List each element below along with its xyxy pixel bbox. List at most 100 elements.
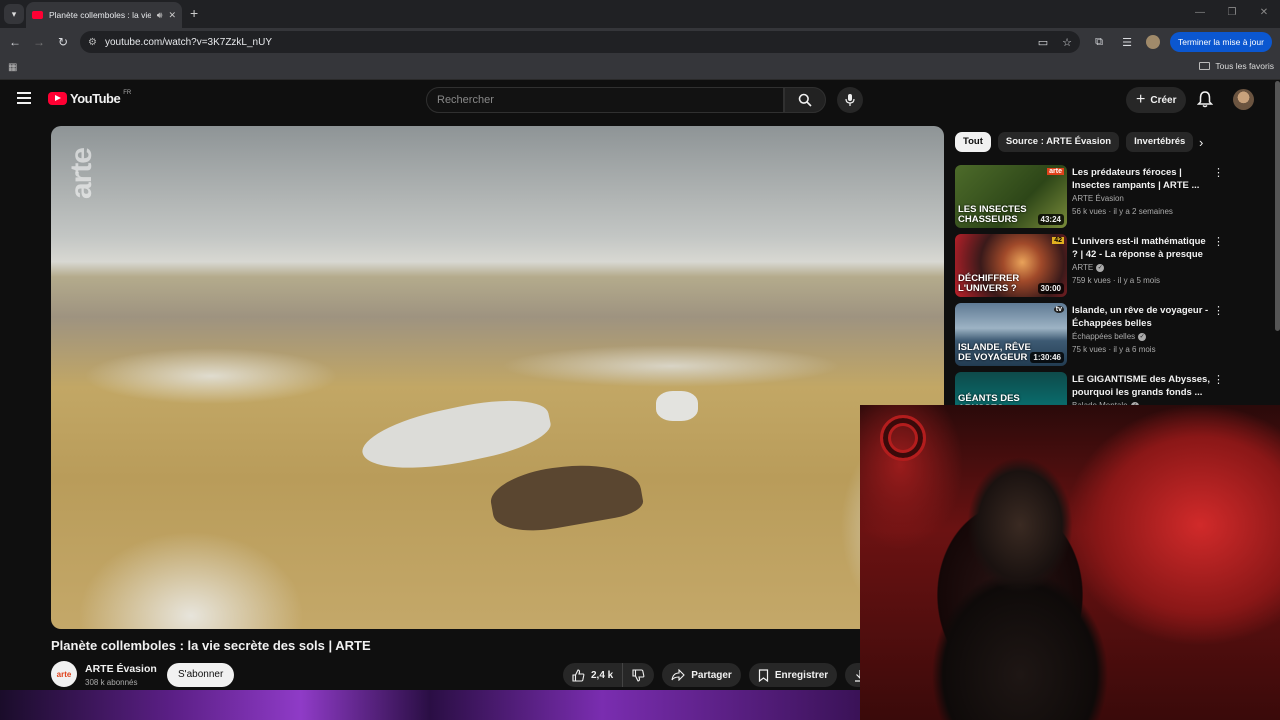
channel-badge: arte <box>1047 168 1064 175</box>
video-duration: 43:24 <box>1037 214 1064 225</box>
share-button[interactable]: Partager <box>662 663 741 687</box>
more-options-icon[interactable]: ⋮ <box>1213 373 1224 386</box>
url-text[interactable]: youtube.com/watch?v=3K7ZzkL_nUY <box>105 37 1038 48</box>
recommendation-meta: 56 k vues · il y a 2 semaines <box>1072 207 1173 216</box>
reload-icon[interactable]: ↻ <box>51 35 75 49</box>
window-controls: — ❐ ✕ <box>1184 0 1280 28</box>
dislike-button[interactable] <box>623 663 655 687</box>
arte-watermark: arte <box>65 148 98 200</box>
browser-tab-active[interactable]: Planète collemboles : la vie 🔊︎ ✕ <box>26 2 182 28</box>
recommendation-channel[interactable]: ARTE Évasion <box>1072 194 1124 203</box>
streamer-figure <box>920 445 1120 720</box>
recommendation-title[interactable]: LE GIGANTISME des Abysses, pourquoi les … <box>1072 373 1212 399</box>
all-bookmarks[interactable]: Tous les favoris <box>1199 61 1274 71</box>
like-count: 2,4 k <box>591 669 614 681</box>
recommendation-meta: 75 k vues · il y a 6 mois <box>1072 345 1156 354</box>
thumbnail-caption: ISLANDE, RÊVE DE VOYAGEUR <box>958 342 1031 363</box>
subscriber-count: 308 k abonnés <box>85 678 138 687</box>
page-scrollbar[interactable] <box>1275 81 1280 331</box>
thumbs-up-icon <box>572 668 585 682</box>
menu-icon[interactable] <box>17 92 31 107</box>
all-bookmarks-label: Tous les favoris <box>1215 61 1274 71</box>
notifications-bell-icon[interactable] <box>1197 91 1213 108</box>
search-button[interactable] <box>784 87 826 113</box>
description-thumbnail-strip <box>0 690 860 720</box>
save-playlist-icon <box>758 668 768 682</box>
voice-search-button[interactable] <box>837 87 863 113</box>
reading-list-icon[interactable]: ☰ <box>1118 36 1136 49</box>
channel-badge: tv <box>1053 306 1064 313</box>
speaker-icon[interactable]: 🔊︎ <box>157 10 163 21</box>
folder-icon <box>1199 62 1211 70</box>
share-icon <box>671 669 686 681</box>
bookmark-star-icon[interactable]: ☆ <box>1062 36 1072 49</box>
forward-icon[interactable]: → <box>27 35 51 49</box>
close-window-icon[interactable]: ✕ <box>1248 0 1280 28</box>
tab-search-icon[interactable]: ▾ <box>4 4 24 24</box>
plus-icon: + <box>1136 91 1146 108</box>
region-code: FR <box>123 89 132 96</box>
more-options-icon[interactable]: ⋮ <box>1213 235 1224 248</box>
recommendation-item[interactable]: 42 DÉCHIFFRER L'UNIVERS ? 30:00 L'univer… <box>955 234 1225 298</box>
channel-name[interactable]: ARTE Évasion <box>85 663 157 675</box>
search-icon <box>798 93 812 107</box>
chip-source[interactable]: Source : ARTE Évasion <box>997 132 1120 152</box>
video-thumbnail[interactable]: tv ISLANDE, RÊVE DE VOYAGEUR 1:30:46 <box>955 303 1067 366</box>
cast-icon[interactable]: ▭ <box>1038 36 1048 49</box>
browser-toolbar: ← → ↻ ⚙ youtube.com/watch?v=3K7ZzkL_nUY … <box>0 28 1280 56</box>
recommendation-title[interactable]: L'univers est-il mathématique ? | 42 - L… <box>1072 235 1212 261</box>
thumbs-down-icon <box>632 668 645 682</box>
like-button[interactable]: 2,4 k <box>563 663 624 687</box>
extensions-icon[interactable]: ⧉ <box>1090 36 1108 49</box>
recommendation-item[interactable]: tv ISLANDE, RÊVE DE VOYAGEUR 1:30:46 Isl… <box>955 303 1225 367</box>
youtube-logo[interactable]: YouTube FR <box>48 89 132 106</box>
save-label: Enregistrer <box>774 669 829 681</box>
more-options-icon[interactable]: ⋮ <box>1213 166 1224 179</box>
video-duration: 30:00 <box>1037 283 1064 294</box>
video-title: Planète collemboles : la vie secrète des… <box>51 638 371 653</box>
new-tab-icon[interactable]: + <box>190 5 198 21</box>
more-options-icon[interactable]: ⋮ <box>1213 304 1224 317</box>
youtube-play-icon <box>48 92 67 105</box>
verified-check-icon: ✓ <box>1096 263 1105 272</box>
share-label: Partager <box>691 669 732 681</box>
address-bar[interactable]: ⚙ youtube.com/watch?v=3K7ZzkL_nUY ▭ ☆ <box>80 31 1080 53</box>
recommendation-channel-name: ARTE <box>1072 263 1094 272</box>
chip-invertebrates[interactable]: Invertébrés <box>1126 132 1194 152</box>
recommendation-title[interactable]: Les prédateurs féroces | Insectes rampan… <box>1072 166 1212 192</box>
save-button[interactable]: Enregistrer <box>748 663 838 687</box>
microphone-icon <box>845 94 855 106</box>
video-actions: 2,4 k Partager Enregistrer T <box>563 663 888 687</box>
recommendation-channel[interactable]: Échappées belles ✓ <box>1072 332 1147 341</box>
verified-check-icon: ✓ <box>1138 332 1147 341</box>
browser-tab-strip: ▾ Planète collemboles : la vie 🔊︎ ✕ + — … <box>0 0 1280 28</box>
webcam-overlay <box>860 405 1280 720</box>
close-tab-icon[interactable]: ✕ <box>168 10 176 21</box>
create-button[interactable]: + Créer <box>1126 87 1187 113</box>
restore-icon[interactable]: ❐ <box>1216 0 1248 28</box>
video-duration: 1:30:46 <box>1030 352 1064 363</box>
subscribe-button[interactable]: S'abonner <box>167 663 235 687</box>
tab-title: Planète collemboles : la vie <box>49 10 151 20</box>
finish-update-button[interactable]: Terminer la mise à jour <box>1170 32 1272 52</box>
chevron-right-icon[interactable]: › <box>1199 135 1203 150</box>
chip-all[interactable]: Tout <box>955 132 991 152</box>
back-icon[interactable]: ← <box>3 35 27 49</box>
channel-avatar[interactable]: arte <box>51 661 77 687</box>
recommendation-item[interactable]: arte LES INSECTES CHASSEURS 43:24 Les pr… <box>955 165 1225 229</box>
recommendation-meta: 759 k vues · il y a 5 mois <box>1072 276 1161 285</box>
recommendation-channel-name: ARTE Évasion <box>1072 194 1124 203</box>
video-thumbnail[interactable]: 42 DÉCHIFFRER L'UNIVERS ? 30:00 <box>955 234 1067 297</box>
profile-avatar-icon[interactable] <box>1146 35 1160 49</box>
account-avatar[interactable] <box>1233 89 1254 110</box>
video-frame-scenery <box>656 391 698 421</box>
recommendation-channel[interactable]: ARTE ✓ <box>1072 263 1105 272</box>
site-info-icon[interactable]: ⚙ <box>88 37 97 48</box>
video-player[interactable]: arte <box>51 126 944 629</box>
apps-grid-icon[interactable]: ▦ <box>8 62 17 73</box>
search-input[interactable]: Rechercher <box>426 87 784 113</box>
youtube-masthead: YouTube FR Rechercher + Créer <box>0 81 1280 119</box>
video-thumbnail[interactable]: arte LES INSECTES CHASSEURS 43:24 <box>955 165 1067 228</box>
recommendation-title[interactable]: Islande, un rêve de voyageur - Échappées… <box>1072 304 1212 330</box>
minimize-icon[interactable]: — <box>1184 0 1216 28</box>
